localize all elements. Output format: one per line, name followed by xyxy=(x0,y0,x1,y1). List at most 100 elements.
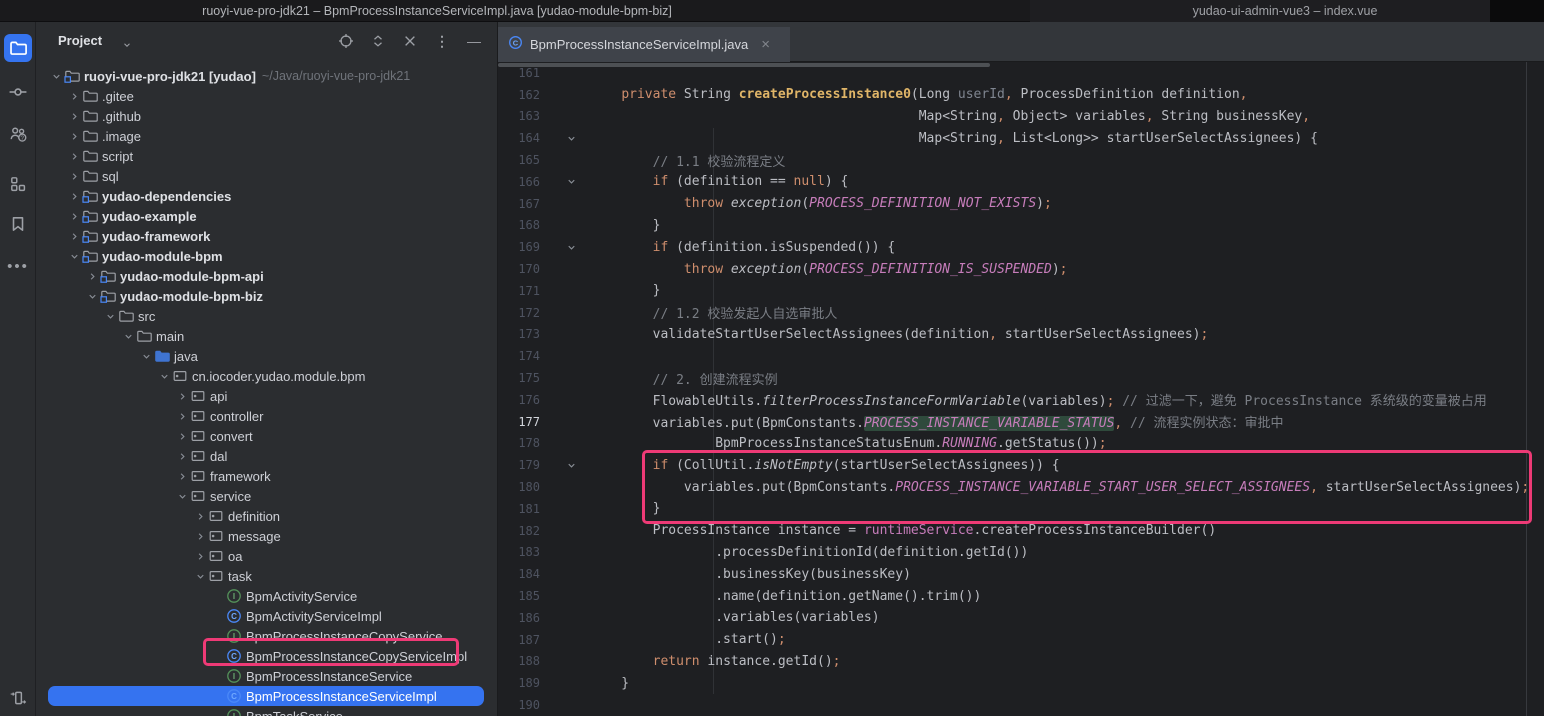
chevron-right-icon[interactable] xyxy=(174,408,190,424)
chevron-right-icon[interactable] xyxy=(174,428,190,444)
tree-item-api[interactable]: api xyxy=(36,386,497,406)
tree-item-BpmProcessInstanceServiceImpl[interactable]: CBpmProcessInstanceServiceImpl xyxy=(36,686,497,706)
code-line-188[interactable]: 188 return instance.getId(); xyxy=(498,651,1544,673)
code-line-178[interactable]: 178 BpmProcessInstanceStatusEnum.RUNNING… xyxy=(498,433,1544,455)
tree-item-yudao-framework[interactable]: yudao-framework xyxy=(36,226,497,246)
tree-item-yudao-example[interactable]: yudao-example xyxy=(36,206,497,226)
hide-panel-icon[interactable]: — xyxy=(465,32,483,50)
tree-item-message[interactable]: message xyxy=(36,526,497,546)
line-number[interactable]: 168 xyxy=(498,218,546,232)
line-number[interactable]: 173 xyxy=(498,327,546,341)
chevron-right-icon[interactable] xyxy=(192,528,208,544)
code-line-169[interactable]: 169 if (definition.isSuspended()) { xyxy=(498,236,1544,258)
tree-item-.gitee[interactable]: .gitee xyxy=(36,86,497,106)
chevron-down-icon[interactable] xyxy=(192,568,208,584)
more-tool-windows-button[interactable]: ••• xyxy=(4,252,32,280)
line-number[interactable]: 169 xyxy=(498,240,546,254)
code-line-161[interactable]: 161 xyxy=(498,62,1544,84)
chevron-right-icon[interactable] xyxy=(66,208,82,224)
bookmarks-tool-button[interactable] xyxy=(4,210,32,238)
close-icon[interactable]: × xyxy=(761,37,770,52)
chevron-right-icon[interactable] xyxy=(66,128,82,144)
tree-item-yudao-module-bpm-api[interactable]: yudao-module-bpm-api xyxy=(36,266,497,286)
tree-item-BpmTaskService[interactable]: IBpmTaskService xyxy=(36,706,497,716)
line-number[interactable]: 183 xyxy=(498,545,546,559)
project-panel-title[interactable]: Project xyxy=(58,33,102,48)
tree-item-src[interactable]: src xyxy=(36,306,497,326)
tree-item-BpmActivityServiceImpl[interactable]: CBpmActivityServiceImpl xyxy=(36,606,497,626)
commit-tool-button[interactable] xyxy=(4,78,32,106)
structure-tool-button[interactable] xyxy=(4,170,32,198)
chevron-right-icon[interactable] xyxy=(66,148,82,164)
code-line-175[interactable]: 175 // 2. 创建流程实例 xyxy=(498,367,1544,389)
chevron-down-icon[interactable] xyxy=(120,328,136,344)
chevron-right-icon[interactable] xyxy=(174,468,190,484)
tree-item-BpmProcessInstanceCopyService[interactable]: IBpmProcessInstanceCopyService xyxy=(36,626,497,646)
line-number[interactable]: 187 xyxy=(498,633,546,647)
tab-BpmProcessInstanceServiceImpl[interactable]: C BpmProcessInstanceServiceImpl.java × xyxy=(498,27,790,62)
tree-item-java[interactable]: java xyxy=(36,346,497,366)
line-number[interactable]: 172 xyxy=(498,306,546,320)
tree-item-BpmProcessInstanceService[interactable]: IBpmProcessInstanceService xyxy=(36,666,497,686)
code-line-167[interactable]: 167 throw exception(PROCESS_DEFINITION_N… xyxy=(498,193,1544,215)
line-number[interactable]: 182 xyxy=(498,524,546,538)
code-line-184[interactable]: 184 .businessKey(businessKey) xyxy=(498,563,1544,585)
chevron-down-icon[interactable] xyxy=(138,348,154,364)
code-line-163[interactable]: 163 Map<String, Object> variables, Strin… xyxy=(498,106,1544,128)
tree-item-task[interactable]: task xyxy=(36,566,497,586)
code-line-189[interactable]: 189 } xyxy=(498,672,1544,694)
chevron-down-icon[interactable] xyxy=(84,288,100,304)
code-line-185[interactable]: 185 .name(definition.getName().trim()) xyxy=(498,585,1544,607)
chevron-right-icon[interactable] xyxy=(84,268,100,284)
bottom-tool-windows-button[interactable] xyxy=(4,684,32,712)
code-line-179[interactable]: 179 if (CollUtil.isNotEmpty(startUserSel… xyxy=(498,454,1544,476)
code-line-168[interactable]: 168 } xyxy=(498,215,1544,237)
line-number[interactable]: 179 xyxy=(498,458,546,472)
tree-item-dal[interactable]: dal xyxy=(36,446,497,466)
code-line-172[interactable]: 172 // 1.2 校验发起人自选审批人 xyxy=(498,302,1544,324)
tree-item-service[interactable]: service xyxy=(36,486,497,506)
code-area[interactable]: 161 162 private String createProcessInsta… xyxy=(498,62,1544,716)
tree-item-cn.iocoder.yudao.module.bpm[interactable]: cn.iocoder.yudao.module.bpm xyxy=(36,366,497,386)
chevron-right-icon[interactable] xyxy=(192,548,208,564)
code-line-171[interactable]: 171 } xyxy=(498,280,1544,302)
line-number[interactable]: 170 xyxy=(498,262,546,276)
locate-file-icon[interactable] xyxy=(337,32,355,50)
chevron-down-icon[interactable] xyxy=(156,368,172,384)
fold-chevron-down-icon[interactable] xyxy=(546,176,590,187)
collapse-all-icon[interactable] xyxy=(401,32,419,50)
line-number[interactable]: 180 xyxy=(498,480,546,494)
line-number[interactable]: 166 xyxy=(498,175,546,189)
code-line-187[interactable]: 187 .start(); xyxy=(498,629,1544,651)
line-number[interactable]: 176 xyxy=(498,393,546,407)
line-number[interactable]: 162 xyxy=(498,88,546,102)
chevron-down-icon[interactable] xyxy=(66,248,82,264)
chevron-right-icon[interactable] xyxy=(192,508,208,524)
code-line-164[interactable]: 164 Map<String, List<Long>> startUserSel… xyxy=(498,127,1544,149)
chevron-right-icon[interactable] xyxy=(174,388,190,404)
chevron-down-icon[interactable] xyxy=(174,488,190,504)
code-line-177[interactable]: 177 variables.put(BpmConstants.PROCESS_I… xyxy=(498,411,1544,433)
tree-item-.github[interactable]: .github xyxy=(36,106,497,126)
tree-item-oa[interactable]: oa xyxy=(36,546,497,566)
options-kebab-icon[interactable]: ⋮ xyxy=(433,32,451,50)
fold-chevron-down-icon[interactable] xyxy=(546,133,590,144)
line-number[interactable]: 164 xyxy=(498,131,546,145)
fold-chevron-down-icon[interactable] xyxy=(546,242,590,253)
line-number[interactable]: 171 xyxy=(498,284,546,298)
chevron-right-icon[interactable] xyxy=(174,448,190,464)
code-line-181[interactable]: 181 } xyxy=(498,498,1544,520)
line-number[interactable]: 186 xyxy=(498,611,546,625)
tree-item-ruoyi-vue-pro-jdk21-yudao-[interactable]: ruoyi-vue-pro-jdk21 [yudao]~/Java/ruoyi-… xyxy=(36,66,497,86)
tree-item-yudao-module-bpm[interactable]: yudao-module-bpm xyxy=(36,246,497,266)
line-number[interactable]: 174 xyxy=(498,349,546,363)
chevron-right-icon[interactable] xyxy=(66,168,82,184)
chevron-right-icon[interactable] xyxy=(66,108,82,124)
line-number[interactable]: 161 xyxy=(498,66,546,80)
line-number[interactable]: 190 xyxy=(498,698,546,712)
code-line-166[interactable]: 166 if (definition == null) { xyxy=(498,171,1544,193)
chevron-down-icon[interactable] xyxy=(48,68,64,84)
pull-requests-tool-button[interactable]: ? xyxy=(4,120,32,148)
tree-item-BpmProcessInstanceCopyServiceImpl[interactable]: CBpmProcessInstanceCopyServiceImpl xyxy=(36,646,497,666)
code-line-162[interactable]: 162 private String createProcessInstance… xyxy=(498,84,1544,106)
